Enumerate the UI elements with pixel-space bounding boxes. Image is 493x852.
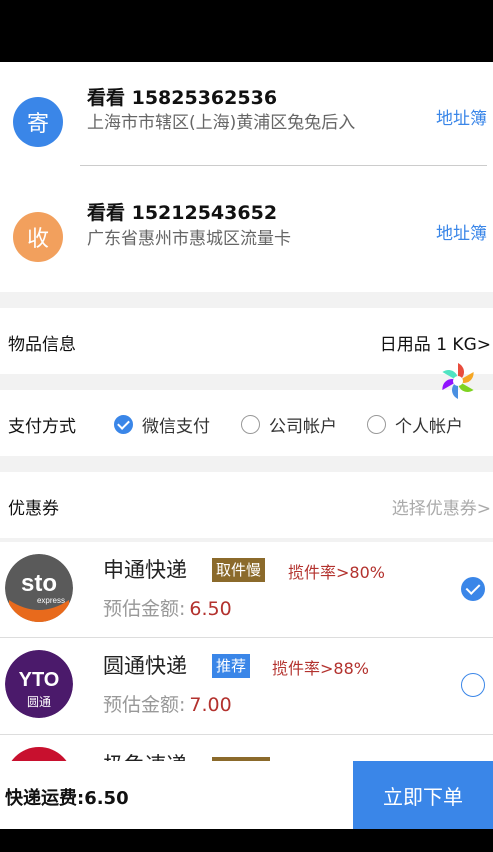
app-logo-icon <box>442 363 474 399</box>
payment-option-label: 公司帐户 <box>269 417 337 437</box>
sender-name-phone: 看看 15825362536 <box>87 87 278 109</box>
estimate-price: 6.50 <box>189 598 232 620</box>
unchecked-icon[interactable] <box>461 673 485 697</box>
coupon-label: 优惠券 <box>8 499 59 519</box>
courier-tag-badge: 取件慢 <box>212 558 266 582</box>
coupon-select-hint[interactable]: 选择优惠券> <box>392 494 491 519</box>
estimate-price: 7.00 <box>189 694 232 716</box>
courier-name: 圆通快递 <box>103 654 187 678</box>
sender-row[interactable]: 寄 看看 15825362536 上海市市辖区(上海)黄浦区兔兔后入 地址簿 <box>0 62 493 172</box>
place-order-button[interactable]: 立即下单 <box>353 761 493 829</box>
express-order-screen: 寄 看看 15825362536 上海市市辖区(上海)黄浦区兔兔后入 地址簿 收… <box>0 0 493 852</box>
yto-logo-icon: YTO 圆通 <box>5 650 73 718</box>
goods-info-row[interactable]: 物品信息 日用品 1 KG> <box>0 308 493 374</box>
sto-logo-icon: sto express <box>5 554 73 622</box>
estimate-label: 预估金额: <box>103 694 186 716</box>
payment-label: 支付方式 <box>8 417 76 437</box>
receiver-badge: 收 <box>13 212 63 262</box>
sto-logo-subtext: express <box>37 596 65 605</box>
courier-estimate: 预估金额: 6.50 <box>103 594 232 621</box>
courier-option-yto[interactable]: YTO 圆通 圆通快递 推荐 揽件率>88% 预估金额: 7.00 <box>0 638 493 734</box>
goods-info-label: 物品信息 <box>8 335 76 355</box>
courier-tag-badge: 推荐 <box>212 654 251 678</box>
payment-option-personal[interactable]: 个人帐户 <box>367 412 463 437</box>
receiver-name-phone: 看看 15212543652 <box>87 202 278 224</box>
receiver-address: 广东省惠州市惠城区流量卡 <box>87 229 291 249</box>
courier-estimate: 预估金额: 7.00 <box>103 690 232 717</box>
payment-option-company[interactable]: 公司帐户 <box>241 412 337 437</box>
radio-unchecked-icon[interactable] <box>367 415 386 434</box>
sender-address-book-link[interactable]: 地址簿 <box>436 104 487 129</box>
yto-logo-text: YTO <box>19 669 60 691</box>
address-card: 寄 看看 15825362536 上海市市辖区(上海)黄浦区兔兔后入 地址簿 收… <box>0 62 493 292</box>
shipping-fee-label: 快递运费:6.50 <box>5 788 129 809</box>
receiver-address-book-link[interactable]: 地址簿 <box>436 219 487 244</box>
sender-badge: 寄 <box>13 97 63 147</box>
radio-unchecked-icon[interactable] <box>241 415 260 434</box>
checked-icon[interactable] <box>461 577 485 601</box>
courier-pickup-rate: 揽件率>80% <box>288 563 385 582</box>
courier-name: 申通快递 <box>103 558 187 582</box>
payment-option-wechat[interactable]: 微信支付 <box>114 412 210 437</box>
status-bar <box>0 0 493 62</box>
address-divider <box>80 165 487 166</box>
receiver-row[interactable]: 收 看看 15212543652 广东省惠州市惠城区流量卡 地址簿 <box>0 177 493 287</box>
yto-logo-subtext: 圆通 <box>27 695 51 709</box>
payment-option-label: 微信支付 <box>142 417 210 437</box>
radio-checked-icon[interactable] <box>114 415 133 434</box>
payment-row: 支付方式 微信支付 公司帐户 个人帐户 <box>0 390 493 456</box>
order-footer: 快递运费:6.50 立即下单 <box>0 761 493 829</box>
home-indicator-bar <box>0 829 493 852</box>
goods-info-value[interactable]: 日用品 1 KG> <box>380 330 491 355</box>
sto-logo-text: sto <box>21 570 57 597</box>
sender-address: 上海市市辖区(上海)黄浦区兔兔后入 <box>87 113 356 133</box>
payment-option-label: 个人帐户 <box>395 417 463 437</box>
courier-option-sto[interactable]: sto express 申通快递 取件慢 揽件率>80% 预估金额: 6.50 <box>0 542 493 638</box>
estimate-label: 预估金额: <box>103 598 186 620</box>
courier-pickup-rate: 揽件率>88% <box>272 659 369 678</box>
coupon-row[interactable]: 优惠券 选择优惠券> <box>0 472 493 538</box>
